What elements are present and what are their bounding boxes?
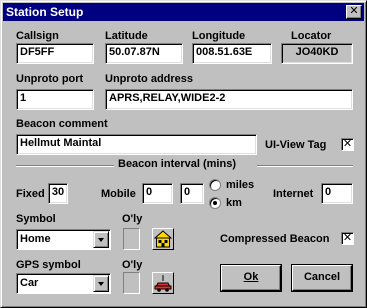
close-icon: ✕ bbox=[349, 5, 359, 17]
unproto-address-label: Unproto address bbox=[105, 73, 194, 85]
gps-symbol-overlay-label: O'ly bbox=[122, 259, 143, 271]
callsign-label: Callsign bbox=[16, 30, 59, 42]
unproto-address-input[interactable]: APRS,RELAY,WIDE2-2 bbox=[105, 89, 353, 110]
station-setup-dialog: Station Setup ✕ Callsign DF5FF Latitude … bbox=[0, 0, 367, 308]
miles-radio[interactable] bbox=[209, 179, 221, 191]
gps-symbol-picker-button[interactable] bbox=[152, 272, 174, 294]
mobile-label: Mobile bbox=[101, 188, 136, 200]
unproto-port-input[interactable]: 1 bbox=[16, 89, 94, 110]
km-radio-selected-dot bbox=[213, 201, 217, 205]
compressed-beacon-checkbox[interactable]: ✕ bbox=[341, 232, 354, 245]
cancel-button[interactable]: Cancel bbox=[292, 265, 352, 291]
internet-label: Internet bbox=[273, 188, 314, 200]
miles-label: miles bbox=[226, 179, 255, 191]
longitude-input[interactable]: 008.51.63E bbox=[192, 43, 272, 64]
title-bar[interactable]: Station Setup ✕ bbox=[3, 3, 364, 21]
beacon-comment-input[interactable]: Hellmut Maintal bbox=[16, 134, 257, 155]
uiview-tag-label: UI-View Tag bbox=[265, 139, 327, 151]
check-icon: ✕ bbox=[342, 232, 353, 244]
chevron-down-icon[interactable] bbox=[93, 231, 109, 248]
latitude-label: Latitude bbox=[105, 30, 148, 42]
unproto-port-label: Unproto port bbox=[16, 73, 84, 85]
chevron-down-icon[interactable] bbox=[93, 275, 109, 292]
symbol-overlay-label: O'ly bbox=[122, 213, 143, 225]
gps-symbol-label: GPS symbol bbox=[16, 259, 81, 271]
cancel-button-label: Cancel bbox=[303, 271, 341, 283]
fixed-interval-input[interactable]: 30 bbox=[48, 183, 68, 204]
km-radio[interactable] bbox=[209, 197, 221, 209]
symbol-overlay-field[interactable] bbox=[123, 228, 140, 250]
ok-button[interactable]: Ok bbox=[221, 265, 281, 291]
longitude-label: Longitude bbox=[192, 30, 246, 42]
interval-section-label: Beacon interval (mins) bbox=[118, 158, 236, 170]
interval-separator-left bbox=[16, 165, 114, 167]
symbol-label: Symbol bbox=[16, 213, 56, 225]
compressed-beacon-label: Compressed Beacon bbox=[220, 233, 330, 245]
callsign-input[interactable]: DF5FF bbox=[16, 43, 94, 64]
check-icon: ✕ bbox=[342, 138, 353, 150]
km-label: km bbox=[226, 197, 242, 209]
gps-symbol-overlay-field[interactable] bbox=[123, 272, 140, 294]
gps-symbol-select-value: Car bbox=[20, 277, 39, 289]
mobile-interval-input[interactable]: 0 bbox=[142, 183, 173, 204]
car-icon bbox=[154, 275, 172, 292]
interval-separator-right bbox=[257, 165, 353, 167]
symbol-select[interactable]: Home bbox=[16, 229, 111, 250]
latitude-input[interactable]: 50.07.87N bbox=[105, 43, 183, 64]
window-title: Station Setup bbox=[6, 5, 84, 19]
gps-symbol-select[interactable]: Car bbox=[16, 273, 111, 294]
internet-interval-input[interactable]: 0 bbox=[321, 183, 353, 204]
beacon-comment-label: Beacon comment bbox=[16, 118, 108, 130]
fixed-label: Fixed bbox=[16, 188, 45, 200]
symbol-select-value: Home bbox=[20, 233, 51, 245]
close-button[interactable]: ✕ bbox=[346, 5, 362, 19]
symbol-picker-button[interactable] bbox=[152, 228, 174, 250]
uiview-tag-checkbox[interactable]: ✕ bbox=[341, 138, 354, 151]
mobile-distance-input[interactable]: 0 bbox=[180, 183, 204, 204]
ok-button-label: Ok bbox=[243, 271, 259, 283]
locator-label: Locator bbox=[291, 30, 332, 42]
house-icon bbox=[153, 230, 173, 248]
locator-field: JO40KD bbox=[281, 43, 353, 64]
